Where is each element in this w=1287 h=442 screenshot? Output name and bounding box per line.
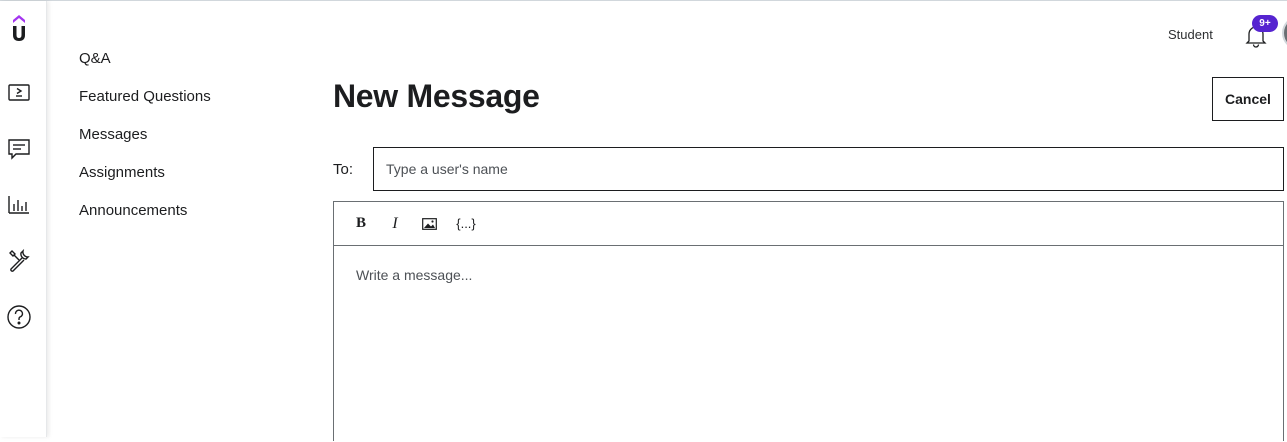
recipient-input[interactable] xyxy=(373,147,1284,191)
subnav-item-announcements[interactable]: Announcements xyxy=(79,200,299,238)
subnav-item-assignments[interactable]: Assignments xyxy=(79,162,299,200)
left-icon-rail xyxy=(0,1,47,437)
comment-icon[interactable] xyxy=(6,136,32,162)
to-label: To: xyxy=(333,161,354,178)
udemy-logo-icon[interactable] xyxy=(6,15,32,41)
subnav-item-featured-questions[interactable]: Featured Questions xyxy=(79,86,299,124)
student-view-link[interactable]: Student xyxy=(1168,27,1213,42)
subnav-item-messages[interactable]: Messages xyxy=(79,124,299,162)
editor-toolbar: B I {...} xyxy=(334,202,1283,246)
help-icon[interactable] xyxy=(6,304,32,330)
cancel-button[interactable]: Cancel xyxy=(1212,77,1284,121)
course-video-icon[interactable] xyxy=(6,80,32,106)
bold-button[interactable]: B xyxy=(344,209,378,239)
code-button[interactable]: {...} xyxy=(446,209,486,239)
message-editor: B I {...} xyxy=(333,201,1284,442)
analytics-icon[interactable] xyxy=(6,192,32,218)
notification-badge: 9+ xyxy=(1252,15,1278,32)
message-textarea[interactable] xyxy=(334,246,1283,442)
subnav-item-qa[interactable]: Q&A xyxy=(79,48,299,86)
tools-icon[interactable] xyxy=(6,248,32,274)
avatar[interactable] xyxy=(1282,16,1287,50)
italic-button[interactable]: I xyxy=(378,209,412,239)
page-title: New Message xyxy=(333,78,540,114)
top-border xyxy=(0,0,1287,1)
image-icon[interactable] xyxy=(412,209,446,239)
communication-subnav: Q&A Featured Questions Messages Assignme… xyxy=(79,48,299,238)
